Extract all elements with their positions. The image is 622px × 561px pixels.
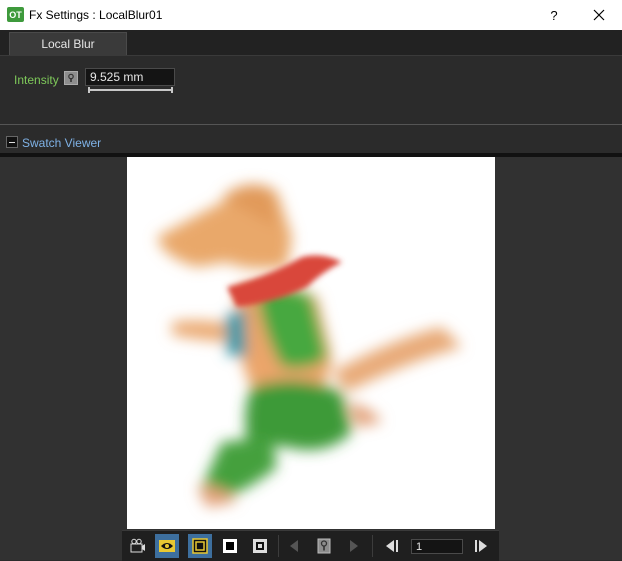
camera-stand-toggle-button[interactable]	[188, 534, 212, 558]
collapse-button[interactable]	[6, 136, 18, 148]
swatch-viewer-header: Swatch Viewer	[0, 133, 622, 153]
app-logo-icon: OT	[7, 7, 24, 22]
black-square-icon	[223, 539, 237, 553]
swatch-viewer-label[interactable]: Swatch Viewer	[22, 136, 101, 150]
tab-local-blur[interactable]: Local Blur	[9, 32, 127, 55]
frame-square-icon	[192, 538, 208, 554]
camera-icon	[130, 538, 145, 553]
frame-number-field[interactable]	[411, 539, 463, 554]
prev-frame-button[interactable]	[380, 534, 404, 558]
next-key-button[interactable]	[342, 534, 366, 558]
keyframe-lock-icon[interactable]	[64, 71, 78, 85]
camera-button[interactable]	[126, 534, 150, 558]
triangle-right-icon	[350, 540, 358, 552]
key-toggle-button[interactable]	[312, 534, 336, 558]
next-frame-button[interactable]	[469, 534, 493, 558]
eye-icon	[159, 540, 175, 552]
black-bg-button[interactable]	[218, 534, 242, 558]
preview-toggle-button[interactable]	[155, 534, 179, 558]
section-divider	[0, 124, 622, 125]
intensity-slider[interactable]	[88, 87, 173, 93]
checker-square-icon	[253, 539, 267, 553]
close-button[interactable]	[584, 0, 614, 30]
blurred-dog-image	[157, 184, 462, 507]
checkerboard-button[interactable]	[248, 534, 272, 558]
close-icon	[593, 9, 605, 21]
title-bar: OT Fx Settings : LocalBlur01 ?	[0, 0, 622, 30]
tab-strip: Local Blur	[0, 30, 622, 56]
step-back-icon	[386, 540, 398, 552]
window-title: Fx Settings : LocalBlur01	[29, 8, 163, 22]
prev-key-button[interactable]	[282, 534, 306, 558]
step-forward-icon	[475, 540, 487, 552]
swatch-canvas[interactable]	[127, 157, 495, 529]
triangle-left-icon	[290, 540, 298, 552]
help-button[interactable]: ?	[540, 0, 568, 30]
swatch-viewer	[0, 157, 622, 561]
key-icon	[317, 538, 331, 554]
intensity-field[interactable]	[85, 68, 175, 86]
viewer-toolbar	[122, 530, 499, 561]
intensity-label: Intensity	[14, 73, 59, 87]
